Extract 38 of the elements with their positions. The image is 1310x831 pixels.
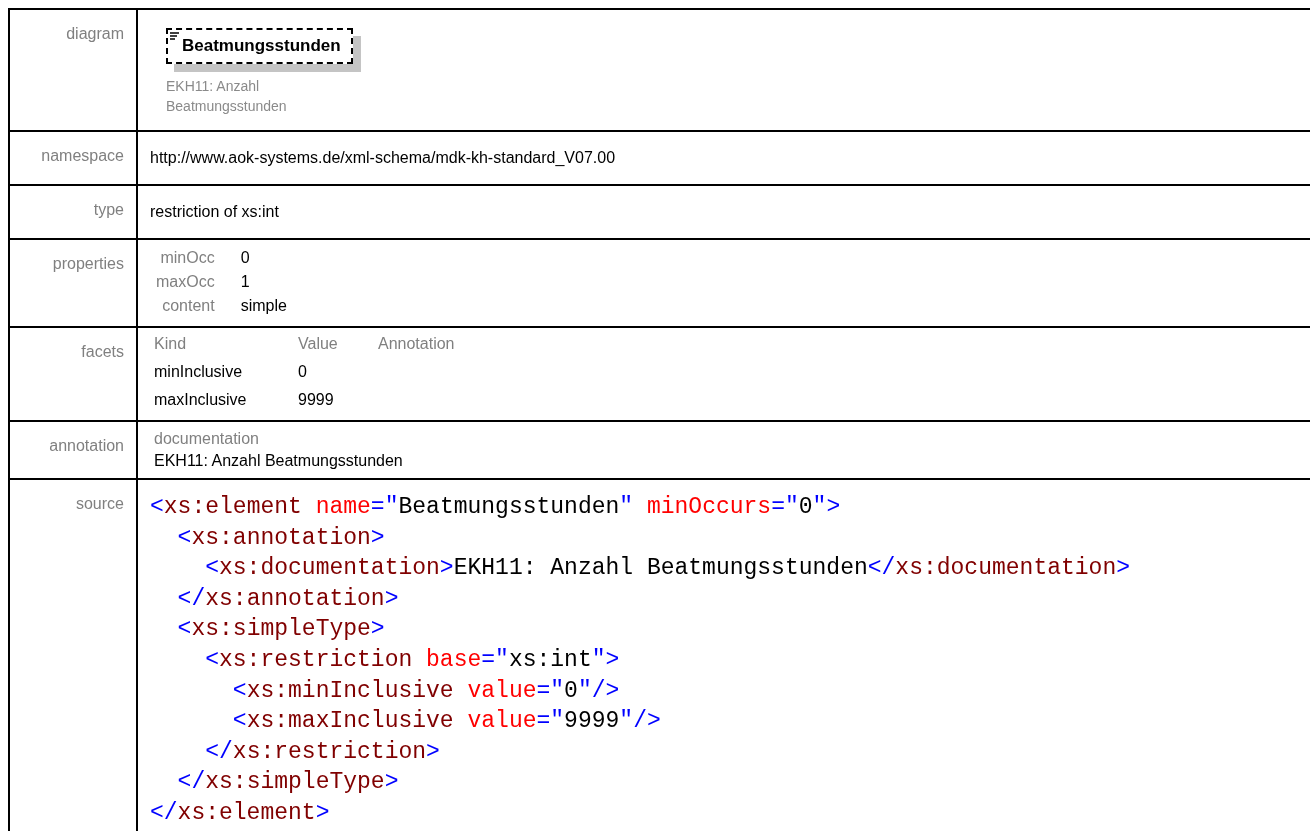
code-line: <xs:annotation> [176,523,386,553]
code-line: </xs:simpleType> [176,768,400,798]
facet-kind: maxInclusive [154,390,248,410]
code-line: <xs:documentation>EKH11: Anzahl Beatmungsstunden</xs:documentation> [204,554,1131,584]
row-label: diagram [66,25,124,42]
lines-icon [170,32,179,40]
property-value: 0 [240,248,251,268]
property-name: maxOcc [156,272,215,292]
row-label: namespace [41,147,124,164]
code-line: <xs:simpleType> [176,615,386,645]
row-label: properties [52,255,124,272]
row-value: http://www.aok-systems.de/xml-schema/mdk-kh-standard_V07.00 [150,149,616,166]
element-node[interactable]: Beatmungsstunden [166,28,353,64]
code-line: <xs:maxInclusive value="9999"/> [231,707,662,737]
annotation-text: EKH11: Anzahl Beatmungsstunden [154,452,404,470]
code-line: </xs:element> [150,798,331,828]
row-label: facets [81,343,124,360]
facet-value: 0 [298,362,308,382]
column-header: Annotation [378,334,455,354]
code-line: </xs:restriction> [204,737,441,767]
row-label: annotation [49,437,124,454]
row-label: type [93,201,124,218]
element-annotation: EKH11: Anzahl Beatmungsstunden [166,77,288,116]
row-value: restriction of xs:int [150,203,279,220]
column-header: Kind [154,334,188,354]
code-line: </xs:annotation> [176,584,400,614]
column-header: Value [298,334,339,354]
property-name: content [161,296,215,316]
code-line: <xs:restriction base="xs:int"> [204,645,621,675]
facet-kind: minInclusive [154,362,244,382]
facet-value: 9999 [298,390,335,410]
row-label: source [75,495,124,512]
annotation-heading: documentation [154,430,260,448]
property-name: minOcc [159,248,215,268]
code-line: <xs:minInclusive value="0"/> [231,676,621,706]
property-value: 1 [240,272,251,292]
property-value: simple [240,296,287,316]
code-line: <xs:element name="Beatmungsstunden" minOccurs="0"> [150,493,842,522]
